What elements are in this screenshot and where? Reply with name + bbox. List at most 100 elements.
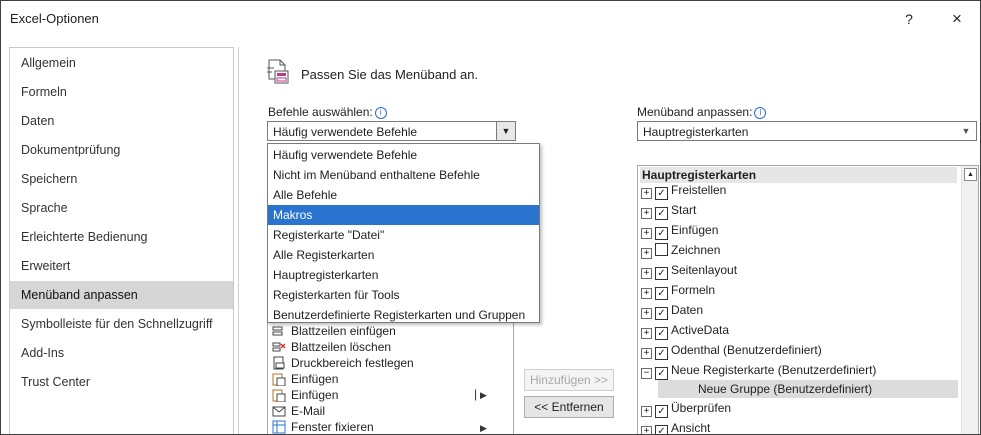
dropdown-option[interactable]: Benutzerdefinierte Registerkarten und Gr…	[268, 305, 539, 325]
expand-icon[interactable]: +	[641, 248, 652, 259]
excel-options-dialog: Excel-Optionen ? × Allgemein Formeln Dat…	[0, 0, 981, 435]
expand-icon[interactable]: +	[641, 228, 652, 239]
dropdown-option[interactable]: Alle Registerkarten	[268, 245, 539, 265]
checkbox-checked[interactable]: ✓	[655, 267, 668, 280]
tree-item-label: Odenthal (Benutzerdefiniert)	[671, 343, 822, 357]
delete-rows-icon	[272, 342, 286, 352]
tree-item[interactable]: + ✓ Einfügen	[641, 220, 718, 240]
nav-item-sprache[interactable]: Sprache	[10, 194, 233, 222]
title-bar: Excel-Optionen ? ×	[1, 1, 980, 37]
remove-button[interactable]: << Entfernen	[524, 396, 614, 418]
tree-subitem-selected[interactable]: Neue Gruppe (Benutzerdefiniert)	[658, 380, 958, 398]
close-button[interactable]: ×	[943, 7, 971, 31]
nav-item-add-ins[interactable]: Add-Ins	[10, 339, 233, 367]
list-item[interactable]: Blattzeilen löschen	[272, 339, 391, 355]
options-nav: Allgemein Formeln Daten Dokumentprüfung …	[9, 47, 234, 434]
commands-dropdown[interactable]: Häufig verwendete Befehle Nicht im Menüb…	[267, 143, 540, 323]
list-item[interactable]: Einfügen	[272, 371, 338, 387]
expand-icon[interactable]: +	[641, 188, 652, 199]
ribbon-select-value: Hauptregisterkarten	[643, 125, 749, 139]
tree-item-label: Zeichnen	[671, 243, 721, 257]
expand-icon[interactable]: +	[641, 406, 652, 417]
list-item[interactable]: Einfügen	[272, 387, 338, 403]
freeze-panes-icon	[272, 420, 286, 434]
dropdown-option[interactable]: Hauptregisterkarten	[268, 265, 539, 285]
ribbon-label: Menüband anpassen: i	[637, 105, 767, 119]
checkbox-checked[interactable]: ✓	[655, 327, 668, 340]
tree-item-label: Start	[671, 203, 697, 217]
list-item-label: Einfügen	[291, 388, 339, 402]
scroll-up-icon[interactable]: ▲	[964, 168, 977, 181]
dropdown-option[interactable]: Registerkarte "Datei"	[268, 225, 539, 245]
expand-icon[interactable]: +	[641, 308, 652, 319]
tree-item[interactable]: + ✓ Freistellen	[641, 180, 726, 200]
nav-item-menueband-anpassen[interactable]: Menüband anpassen	[10, 281, 233, 309]
checkbox-checked[interactable]: ✓	[655, 227, 668, 240]
tree-item[interactable]: + Zeichnen	[641, 240, 720, 260]
checkbox-checked[interactable]: ✓	[655, 347, 668, 360]
tree-item[interactable]: + ✓ Start	[641, 200, 696, 220]
ribbon-tree[interactable]: Hauptregisterkarten + ✓ Freistellen + ✓ Star…	[637, 165, 979, 434]
tree-item-label: Neue Registerkarte (Benutzerdefiniert)	[671, 363, 877, 377]
checkbox-checked[interactable]: ✓	[655, 425, 668, 434]
expand-icon[interactable]: +	[641, 328, 652, 339]
list-item[interactable]: Blattzeilen einfügen	[272, 323, 396, 339]
list-item[interactable]: Fenster fixieren	[272, 419, 374, 434]
ribbon-select[interactable]: Hauptregisterkarten ▼	[637, 121, 977, 141]
panel-divider	[238, 47, 239, 434]
checkbox-checked[interactable]: ✓	[655, 207, 668, 220]
commands-select[interactable]: Häufig verwendete Befehle ▼	[267, 121, 516, 141]
checkbox-unchecked[interactable]	[655, 243, 668, 256]
chevron-down-icon[interactable]: ▼	[958, 123, 974, 139]
dropdown-option-highlighted[interactable]: Makros	[268, 205, 539, 225]
list-item-label: Fenster fixieren	[291, 420, 374, 434]
nav-item-daten[interactable]: Daten	[10, 107, 233, 135]
nav-item-symbolleiste[interactable]: Symbolleiste für den Schnellzugriff	[10, 310, 233, 338]
expand-icon[interactable]: +	[641, 426, 652, 434]
expand-icon[interactable]: +	[641, 288, 652, 299]
nav-item-erleichterte-bedienung[interactable]: Erleichterte Bedienung	[10, 223, 233, 251]
tree-item[interactable]: − ✓ Neue Registerkarte (Benutzerdefiniert)	[641, 360, 876, 380]
list-item-label: Einfügen	[291, 372, 339, 386]
list-item[interactable]: Druckbereich festlegen	[272, 355, 414, 371]
tree-item[interactable]: + ✓ ActiveData	[641, 320, 729, 340]
list-item-label: Blattzeilen einfügen	[291, 324, 396, 338]
vertical-scrollbar[interactable]: ▲	[961, 166, 978, 434]
list-item-label: E-Mail	[291, 404, 326, 418]
nav-item-dokumentpruefung[interactable]: Dokumentprüfung	[10, 136, 233, 164]
info-icon[interactable]: i	[374, 107, 387, 119]
expand-icon[interactable]: +	[641, 348, 652, 359]
checkbox-checked[interactable]: ✓	[655, 287, 668, 300]
expand-icon[interactable]: +	[641, 268, 652, 279]
checkbox-checked[interactable]: ✓	[655, 187, 668, 200]
dropdown-option[interactable]: Häufig verwendete Befehle	[268, 145, 539, 165]
nav-item-trust-center[interactable]: Trust Center	[10, 368, 233, 396]
chevron-down-icon[interactable]: ▼	[496, 122, 515, 140]
nav-item-allgemein[interactable]: Allgemein	[10, 49, 233, 77]
help-button[interactable]: ?	[897, 7, 921, 31]
expand-icon[interactable]: +	[641, 208, 652, 219]
tree-item[interactable]: + ✓ Ansicht	[641, 418, 710, 434]
nav-item-formeln[interactable]: Formeln	[10, 78, 233, 106]
tree-item[interactable]: + ✓ Odenthal (Benutzerdefiniert)	[641, 340, 822, 360]
tree-item-label: Einfügen	[671, 223, 719, 237]
tree-item[interactable]: + ✓ Überprüfen	[641, 398, 731, 418]
paste-icon	[272, 373, 286, 386]
checkbox-checked[interactable]: ✓	[655, 367, 668, 380]
dropdown-option[interactable]: Alle Befehle	[268, 185, 539, 205]
tree-item[interactable]: + ✓ Seitenlayout	[641, 260, 737, 280]
list-item[interactable]: E-Mail	[272, 403, 325, 419]
nav-item-speichern[interactable]: Speichern	[10, 165, 233, 193]
nav-item-erweitert[interactable]: Erweitert	[10, 252, 233, 280]
dropdown-option[interactable]: Registerkarten für Tools	[268, 285, 539, 305]
tree-item[interactable]: + ✓ Formeln	[641, 280, 715, 300]
checkbox-checked[interactable]: ✓	[655, 307, 668, 320]
checkbox-checked[interactable]: ✓	[655, 405, 668, 418]
collapse-icon[interactable]: −	[641, 368, 652, 379]
info-icon[interactable]: i	[754, 107, 767, 119]
add-button[interactable]: Hinzufügen >>	[524, 369, 614, 391]
tree-item[interactable]: + ✓ Daten	[641, 300, 703, 320]
dropdown-option[interactable]: Nicht im Menüband enthaltene Befehle	[268, 165, 539, 185]
email-icon	[272, 406, 286, 417]
tree-item-label: Formeln	[671, 283, 716, 297]
